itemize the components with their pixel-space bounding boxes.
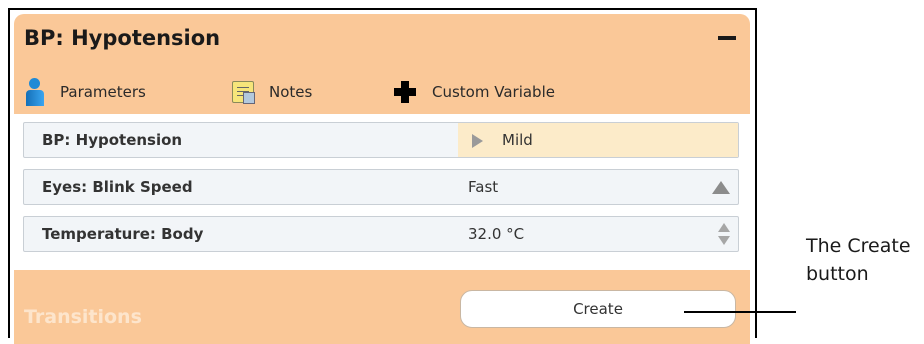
callout-text: The Create button xyxy=(806,235,911,285)
row-value-cell[interactable]: Fast xyxy=(458,170,738,204)
row-value-cell[interactable]: Mild xyxy=(458,123,738,157)
callout-line xyxy=(684,311,796,313)
plus-icon xyxy=(394,81,416,103)
state-panel: BP: Hypotension Parameters Notes Custom … xyxy=(14,14,750,344)
notes-icon xyxy=(232,81,255,104)
parameter-table: BP: Hypotension Mild Eyes: Blink Speed F… xyxy=(14,114,750,270)
play-icon[interactable] xyxy=(472,134,483,148)
person-icon xyxy=(24,78,46,106)
stepper-down-icon[interactable] xyxy=(718,236,730,245)
parameters-button[interactable]: Parameters xyxy=(24,78,146,106)
row-value: Mild xyxy=(502,131,533,149)
row-value: 32.0 °C xyxy=(468,225,525,243)
table-row[interactable]: Temperature: Body 32.0 °C xyxy=(23,216,739,252)
row-name: Eyes: Blink Speed xyxy=(42,178,193,196)
table-row[interactable]: BP: Hypotension Mild xyxy=(23,122,739,158)
transitions-label: Transitions xyxy=(24,306,142,328)
table-row[interactable]: Eyes: Blink Speed Fast xyxy=(23,169,739,205)
row-name: Temperature: Body xyxy=(42,225,204,243)
triangle-up-icon[interactable] xyxy=(712,181,730,194)
panel-toolbar: Parameters Notes Custom Variable xyxy=(20,78,720,106)
create-button[interactable]: Create xyxy=(460,290,736,328)
parameters-label: Parameters xyxy=(60,83,146,101)
stepper-icon[interactable] xyxy=(718,223,730,247)
minus-icon[interactable] xyxy=(718,36,736,40)
panel-title: BP: Hypotension xyxy=(24,26,221,50)
row-value: Fast xyxy=(468,178,499,196)
custom-variable-label: Custom Variable xyxy=(432,83,555,101)
custom-variable-button[interactable]: Custom Variable xyxy=(394,78,555,106)
stepper-up-icon[interactable] xyxy=(718,223,730,232)
notes-button[interactable]: Notes xyxy=(232,78,312,106)
row-value-cell[interactable]: 32.0 °C xyxy=(458,217,738,251)
notes-label: Notes xyxy=(269,83,313,101)
row-name: BP: Hypotension xyxy=(42,131,183,149)
